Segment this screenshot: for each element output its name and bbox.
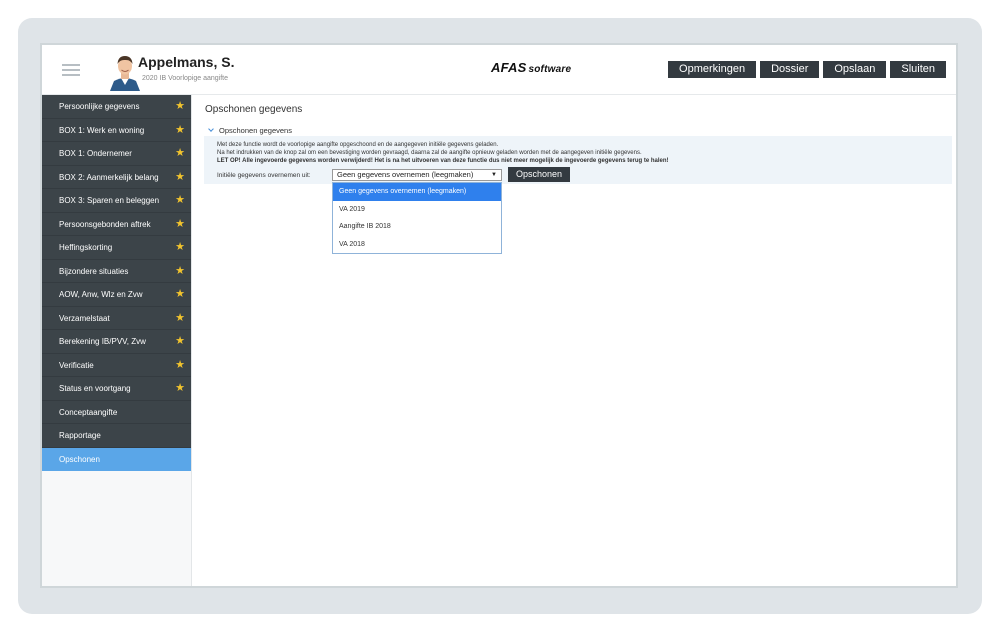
hamburger-menu-icon[interactable] [62, 64, 80, 76]
sidebar-item-opschonen[interactable]: Opschonen [42, 447, 191, 471]
sidebar-item-persoonlijke-gegevens[interactable]: Persoonlijke gegevens ★ [42, 95, 191, 119]
sidebar-item-persoonsgebonden-aftrek[interactable]: Persoonsgebonden aftrek ★ [42, 213, 191, 236]
header-buttons: Opmerkingen Dossier Opslaan Sluiten [668, 61, 946, 78]
section-title: Opschonen gegevens [219, 126, 292, 135]
dropdown-option-va-2018[interactable]: VA 2018 [333, 236, 501, 254]
sidebar-item-label: Persoonsgebonden aftrek [59, 219, 151, 229]
opschonen-button[interactable]: Opschonen [508, 167, 570, 182]
star-icon: ★ [175, 194, 185, 206]
sidebar-item-bijzondere-situaties[interactable]: Bijzondere situaties ★ [42, 260, 191, 283]
sidebar: Persoonlijke gegevens ★ BOX 1: Werk en wo… [42, 95, 192, 586]
sidebar-item-label: BOX 1: Ondernemer [59, 149, 132, 158]
sidebar-item-label: Verificatie [59, 360, 94, 370]
sidebar-item-label: Heffingskorting [59, 243, 113, 252]
info-text: Na het indrukken van de knop zal om een … [217, 150, 642, 156]
star-icon: ★ [175, 358, 185, 371]
opmerkingen-button[interactable]: Opmerkingen [668, 61, 757, 78]
sidebar-item-verzamelstaat[interactable]: Verzamelstaat ★ [42, 307, 191, 330]
sidebar-item-aow-anw-wlz-zvw[interactable]: AOW, Anw, Wlz en Zvw ★ [42, 283, 191, 307]
sidebar-item-label: Persoonlijke gegevens [59, 102, 140, 111]
sidebar-item-box1-ondernemer[interactable]: BOX 1: Ondernemer ★ [42, 142, 191, 166]
sidebar-item-label: BOX 3: Sparen en beleggen [59, 196, 160, 205]
sidebar-item-conceptaangifte[interactable]: Conceptaangifte [42, 401, 191, 424]
afas-logo: AFAS software [491, 60, 571, 75]
star-icon: ★ [175, 382, 185, 394]
star-icon: ★ [175, 264, 185, 277]
sidebar-item-label: BOX 2: Aanmerkelijk belang [59, 172, 159, 182]
info-panel: Met deze functie wordt de voorlopige aan… [204, 136, 952, 184]
star-icon: ★ [175, 170, 185, 183]
star-icon: ★ [175, 335, 185, 347]
info-text: Met deze functie wordt de voorlopige aan… [217, 142, 499, 148]
dossier-button[interactable]: Dossier [760, 61, 820, 78]
main-content: Opschonen gegevens Opschonen gegevens Me… [192, 95, 956, 586]
sidebar-item-heffingskorting[interactable]: Heffingskorting ★ [42, 236, 191, 260]
sidebar-item-label: AOW, Anw, Wlz en Zvw [59, 290, 143, 299]
star-icon: ★ [175, 100, 185, 112]
sidebar-item-label: Berekening IB/PVV, Zvw [59, 337, 146, 346]
sidebar-item-label: Conceptaangifte [59, 407, 118, 417]
sidebar-item-label: Bijzondere situaties [59, 266, 129, 276]
field-label: Initiële gegevens overnemen uit: [217, 172, 311, 179]
sidebar-item-status-en-voortgang[interactable]: Status en voortgang ★ [42, 377, 191, 401]
sidebar-item-label: BOX 1: Werk en woning [59, 125, 145, 135]
star-icon: ★ [175, 123, 185, 136]
sidebar-item-box1-werk-en-woning[interactable]: BOX 1: Werk en woning ★ [42, 119, 191, 142]
star-icon: ★ [175, 147, 185, 159]
sidebar-item-box2-aanmerkelijk-belang[interactable]: BOX 2: Aanmerkelijk belang ★ [42, 166, 191, 189]
dropdown-list: Geen gegevens overnemen (leegmaken) VA 2… [332, 182, 502, 254]
caret-down-icon: ▼ [491, 172, 497, 178]
initial-data-select[interactable]: Geen gegevens overnemen (leegmaken) ▼ [332, 169, 502, 181]
section-header-toggle[interactable]: Opschonen gegevens [207, 126, 292, 135]
sidebar-item-verificatie[interactable]: Verificatie ★ [42, 354, 191, 377]
sidebar-item-label: Opschonen [59, 454, 100, 464]
dropdown-option-va-2019[interactable]: VA 2019 [333, 201, 501, 219]
chevron-down-icon [208, 126, 214, 132]
dropdown-option-aangifte-ib-2018[interactable]: Aangifte IB 2018 [333, 218, 501, 236]
brand-suffix: software [528, 64, 572, 75]
sidebar-item-label: Rapportage [59, 431, 101, 440]
sidebar-item-label: Verzamelstaat [59, 313, 110, 323]
page-title: Opschonen gegevens [205, 104, 303, 115]
user-name: Appelmans, S. [138, 54, 235, 70]
app-header: Appelmans, S. 2020 IB Voorlopige aangift… [42, 45, 956, 95]
sidebar-item-label: Status en voortgang [59, 384, 131, 393]
brand-main: AFAS [491, 60, 527, 75]
sidebar-item-rapportage[interactable]: Rapportage [42, 424, 191, 448]
app-window: Appelmans, S. 2020 IB Voorlopige aangift… [40, 43, 958, 588]
dropdown-option-leegmaken[interactable]: Geen gegevens overnemen (leegmaken) [333, 183, 501, 201]
declaration-subtitle: 2020 IB Voorlopige aangifte [142, 75, 229, 82]
sidebar-nav: Persoonlijke gegevens ★ BOX 1: Werk en wo… [42, 95, 191, 471]
star-icon: ★ [175, 217, 185, 230]
sidebar-item-berekening-ib-pvv-zvw[interactable]: Berekening IB/PVV, Zvw ★ [42, 330, 191, 354]
warning-text: LET OP! Alle ingevoerde gegevens worden … [217, 158, 669, 164]
star-icon: ★ [175, 241, 185, 253]
sluiten-button[interactable]: Sluiten [890, 61, 946, 78]
opslaan-button[interactable]: Opslaan [823, 61, 887, 78]
select-value: Geen gegevens overnemen (leegmaken) [337, 170, 474, 179]
star-icon: ★ [175, 311, 185, 324]
sidebar-item-box3-sparen-en-beleggen[interactable]: BOX 3: Sparen en beleggen ★ [42, 189, 191, 213]
star-icon: ★ [175, 288, 185, 300]
